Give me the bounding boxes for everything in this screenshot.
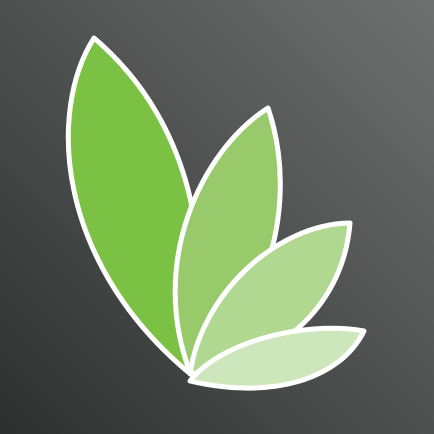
leaves-icon bbox=[0, 0, 434, 434]
app-icon[interactable] bbox=[0, 0, 434, 434]
